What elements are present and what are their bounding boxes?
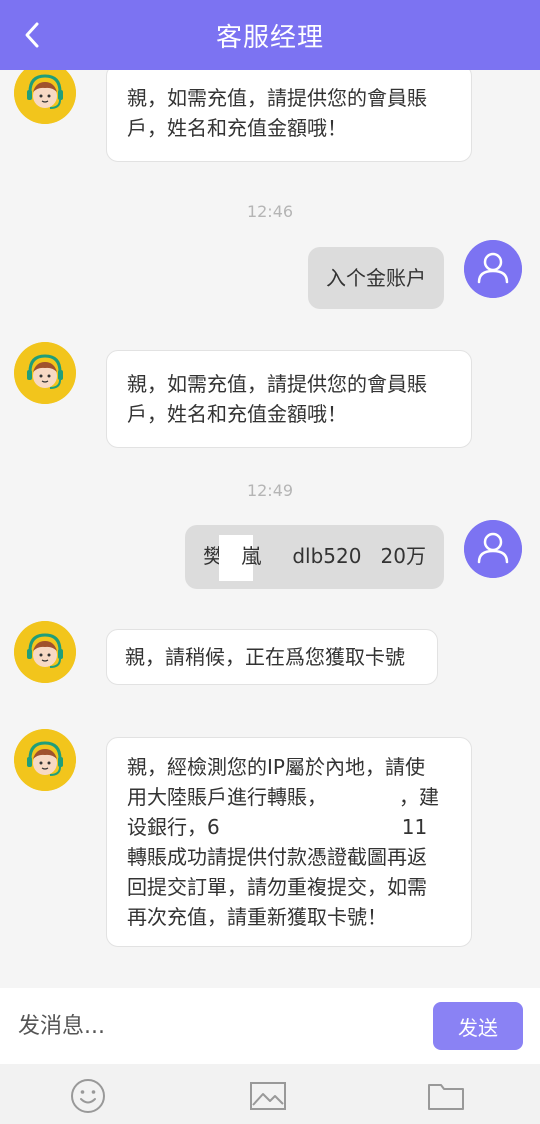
agent-avatar [14,342,76,404]
page-title: 客服经理 [215,22,324,53]
chevron-left-icon [25,22,39,48]
message-input[interactable] [18,1004,418,1048]
user-bubble: 入个金账户 [308,247,444,309]
send-button[interactable]: 发送 [433,1002,523,1050]
agent-bubble: 親，如需充值，請提供您的會員賬 戶，姓名和充值金額哦！ [106,70,472,162]
agent-avatar [14,621,76,683]
image-button[interactable] [248,1078,288,1114]
user-icon [464,240,522,298]
timestamp: 12:46 [246,202,294,221]
emoji-icon [71,1079,105,1113]
timestamp: 12:49 [246,481,294,500]
agent-bubble: 親，請稍候，正在爲您獲取卡號 [106,629,438,685]
folder-button[interactable] [426,1078,466,1114]
agent-avatar [14,729,76,791]
folder-icon [428,1084,464,1110]
app-header: 客服经理 [0,0,540,70]
emoji-button[interactable] [68,1078,108,1114]
agent-bubble: 親，經檢測您的IP屬於內地，請使 用大陸賬戶進行轉賬， ，建 设銀行，6 11 轉賬成功請… [106,737,472,947]
attachment-toolbar [0,1064,540,1124]
back-button[interactable] [14,17,50,53]
image-icon [250,1082,286,1110]
message-composer: 发送 [0,988,540,1064]
chat-area[interactable]: 親，如需充值，請提供您的會員賬戶，姓名和充值金額哦！ 12:46 入个金账户 [0,70,540,988]
agent-bubble: 親，如需充值，請提供您的會員賬 戶，姓名和充值金額哦！ [106,350,472,448]
user-bubble: 樊嵐 dlb520 20万 [185,525,444,589]
user-avatar [464,240,522,298]
user-avatar [464,520,522,578]
user-icon [464,520,522,578]
agent-avatar [14,70,76,124]
